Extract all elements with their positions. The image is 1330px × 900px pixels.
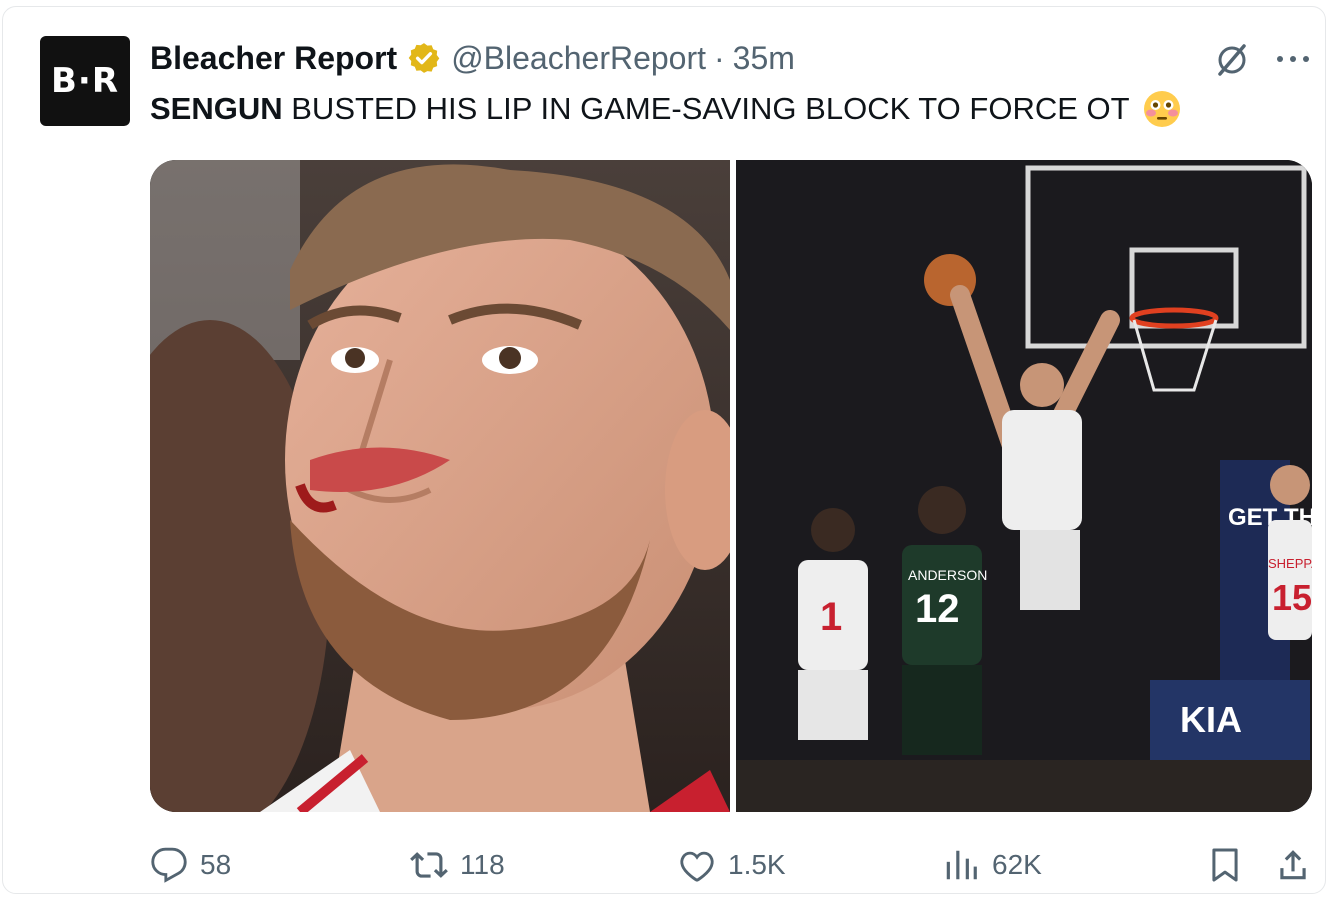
tweet-bold-name: SENGUN xyxy=(150,91,283,126)
reply-button[interactable]: 58 xyxy=(150,840,231,890)
media-container[interactable]: GET TH KIA 1 ANDERSON 12 SHEPPARD 15 xyxy=(150,160,1312,812)
avatar[interactable]: B·R xyxy=(40,36,130,126)
left-photo[interactable] xyxy=(150,160,745,812)
share-icon xyxy=(1280,850,1306,880)
heart-icon xyxy=(680,851,714,882)
jersey-name-anderson: ANDERSON xyxy=(908,567,987,583)
repost-count: 118 xyxy=(460,849,505,880)
account-name[interactable]: Bleacher Report xyxy=(150,40,397,77)
grok-icon[interactable] xyxy=(1212,40,1252,80)
like-button[interactable]: 1.5K xyxy=(678,840,786,890)
bookmark-button[interactable] xyxy=(1206,840,1256,890)
reply-icon xyxy=(151,847,187,883)
timestamp[interactable]: 35m xyxy=(733,40,795,77)
views-button[interactable]: 62K xyxy=(942,840,1042,890)
tweet-body: BUSTED HIS LIP IN GAME-SAVING BLOCK TO F… xyxy=(282,91,1130,126)
repost-icon xyxy=(410,852,448,878)
jersey-number-15: 15 xyxy=(1272,577,1312,618)
reply-count: 58 xyxy=(200,849,232,880)
repost-button[interactable]: 118 xyxy=(410,840,505,890)
jersey-number-1: 1 xyxy=(820,595,842,639)
like-count: 1.5K xyxy=(728,849,786,880)
jersey-number-12: 12 xyxy=(915,587,960,631)
view-count: 62K xyxy=(992,849,1042,880)
verified-badge-icon xyxy=(408,43,440,73)
tweet-header: Bleacher Report @BleacherReport · 35m xyxy=(150,38,795,78)
tweet-text: SENGUN BUSTED HIS LIP IN GAME-SAVING BLO… xyxy=(150,88,1182,130)
account-handle[interactable]: @BleacherReport xyxy=(451,40,706,77)
more-options-icon[interactable] xyxy=(1274,52,1312,66)
jersey-name-sheppard: SHEPPARD xyxy=(1268,556,1312,571)
separator: · xyxy=(714,39,725,76)
share-button[interactable] xyxy=(1274,840,1324,890)
flushed-face-emoji-icon xyxy=(1143,91,1180,127)
bookmark-icon xyxy=(1212,848,1238,882)
tweet-actions: 58 118 1.5K 62K xyxy=(0,840,1330,890)
sponsor-logo-text: KIA xyxy=(1180,699,1242,740)
right-photo[interactable]: GET TH KIA 1 ANDERSON 12 SHEPPARD 15 xyxy=(736,160,1312,812)
analytics-icon xyxy=(946,850,977,880)
